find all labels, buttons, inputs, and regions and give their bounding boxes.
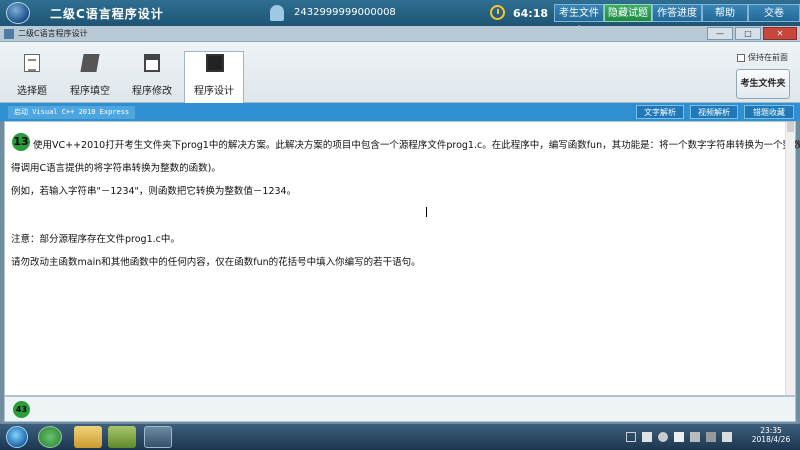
help-tray-icon[interactable] bbox=[658, 432, 668, 442]
tab-design-program[interactable]: 程序设计 bbox=[184, 51, 244, 103]
volume-icon[interactable] bbox=[722, 432, 732, 442]
question-text-line-2: 得调用C语言提供的将字符串转换为整数的函数)。 bbox=[11, 163, 221, 174]
window-title: 二级C语言程序设计 bbox=[18, 29, 88, 38]
start-button-icon[interactable] bbox=[6, 426, 28, 448]
tray-app-icon[interactable] bbox=[642, 432, 652, 442]
flag-icon[interactable] bbox=[674, 432, 684, 442]
scroll-thumb[interactable] bbox=[787, 122, 794, 132]
submit-button[interactable]: 交卷 bbox=[748, 4, 800, 22]
clock-time: 23:35 bbox=[760, 426, 782, 435]
help-button[interactable]: 帮助 bbox=[702, 4, 748, 22]
tab-fill-program[interactable]: 程序填空 bbox=[62, 52, 118, 102]
stay-front-label: 保持在前面 bbox=[748, 53, 788, 62]
question-text-line-1: 使用VC++2010打开考生文件夹下prog1中的解决方案。此解决方案的项目中包… bbox=[33, 140, 800, 151]
question-number-badge: 13 bbox=[12, 133, 30, 151]
favorite-button[interactable]: 错题收藏 bbox=[744, 105, 794, 119]
windows-taskbar: 23:35 2018/4/26 bbox=[0, 424, 800, 450]
clock-date: 2018/4/26 bbox=[751, 435, 791, 444]
text-analysis-button[interactable]: 文字解析 bbox=[636, 105, 684, 119]
exam-number: 2432999999000008 bbox=[294, 7, 396, 18]
tab-choice-label: 选择题 bbox=[17, 86, 47, 97]
app-topbar: 二级C语言程序设计 2432999999000008 64:18 考生文件夹 隐… bbox=[0, 0, 800, 37]
file-explorer-icon[interactable] bbox=[74, 426, 102, 448]
countdown-timer: 64:18 bbox=[513, 7, 549, 20]
question-count-badge[interactable]: 43 bbox=[13, 401, 30, 418]
tab-choice[interactable]: 选择题 bbox=[4, 52, 60, 102]
tab-design-program-label: 程序设计 bbox=[194, 86, 234, 97]
app-title: 二级C语言程序设计 bbox=[50, 7, 164, 21]
info-bar: 启动 Visual C++ 2010 Express 文字解析 视频解析 错题收… bbox=[0, 103, 800, 121]
question-note: 注意：部分源程序存在文件prog1.c中。 bbox=[11, 234, 180, 245]
app-green-icon[interactable] bbox=[38, 426, 62, 448]
tab-toolbar: 选择题 程序填空 程序修改 程序设计 保持在前面 考生文件夹 bbox=[0, 42, 800, 103]
maximize-button[interactable]: □ bbox=[735, 27, 761, 40]
checkbox-icon bbox=[737, 53, 745, 62]
minimize-button[interactable]: — bbox=[707, 27, 733, 40]
question-content: 13 使用VC++2010打开考生文件夹下prog1中的解决方案。此解决方案的项… bbox=[4, 121, 800, 396]
question-example: 例如，若输入字符串"－1234"，则函数把它转换为整数值－1234。 bbox=[11, 186, 297, 197]
stay-front-checkbox[interactable]: 保持在前面 bbox=[737, 52, 788, 63]
hide-question-button[interactable]: 隐藏试题 bbox=[604, 4, 652, 22]
close-button[interactable]: ✕ bbox=[763, 27, 797, 40]
video-analysis-button[interactable]: 视频解析 bbox=[690, 105, 738, 119]
notes-app-icon[interactable] bbox=[108, 426, 136, 448]
progress-button[interactable]: 作答进度 bbox=[652, 4, 702, 22]
content-scrollbar[interactable] bbox=[785, 122, 795, 395]
candidate-folder-button[interactable]: 考生文件夹 bbox=[554, 4, 604, 37]
tab-fill-program-label: 程序填空 bbox=[70, 86, 110, 97]
app-logo bbox=[6, 2, 30, 24]
window-icon bbox=[144, 54, 160, 72]
document-icon bbox=[24, 54, 40, 72]
bottom-bar: 43 bbox=[4, 396, 796, 422]
network-icon[interactable] bbox=[690, 432, 700, 442]
open-folder-button[interactable]: 考生文件夹 bbox=[736, 69, 790, 99]
text-cursor-icon bbox=[426, 207, 429, 217]
tab-modify-program-label: 程序修改 bbox=[132, 86, 172, 97]
question-instruction: 请勿改动主函数main和其他函数中的任何内容，仅在函数fun的花括号中填入你编写… bbox=[11, 257, 421, 268]
clock-icon bbox=[490, 5, 505, 20]
terminal-icon bbox=[206, 54, 224, 72]
exam-app-icon[interactable] bbox=[144, 426, 172, 448]
keyboard-icon[interactable] bbox=[626, 432, 636, 442]
launch-ide-button[interactable]: 启动 Visual C++ 2010 Express bbox=[8, 106, 136, 119]
user-icon bbox=[270, 5, 284, 21]
pen-icon bbox=[80, 54, 100, 72]
window-icon bbox=[4, 29, 14, 39]
system-clock[interactable]: 23:35 2018/4/26 bbox=[748, 426, 794, 444]
window-titlebar: 二级C语言程序设计 — □ ✕ bbox=[0, 26, 800, 42]
display-icon[interactable] bbox=[706, 432, 716, 442]
tab-modify-program[interactable]: 程序修改 bbox=[124, 52, 180, 102]
